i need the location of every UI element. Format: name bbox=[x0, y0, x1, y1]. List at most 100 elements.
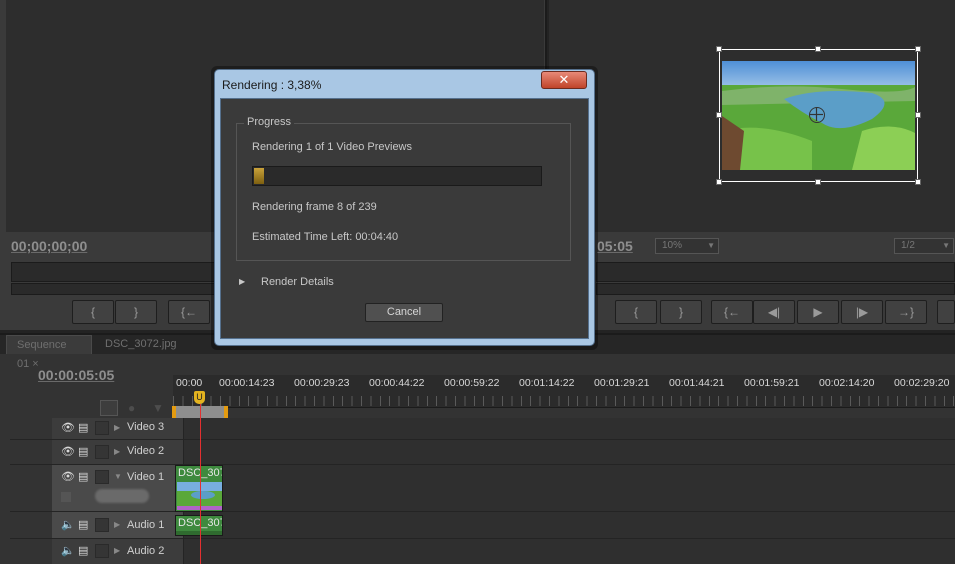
ruler-label: 00:01:59:21 bbox=[744, 377, 800, 389]
track-lane[interactable] bbox=[183, 440, 955, 464]
expand-triangle-icon[interactable]: ▼ bbox=[114, 472, 122, 481]
render-status-text: Rendering 1 of 1 Video Previews bbox=[252, 141, 413, 153]
ruler-label: 00:01:29:21 bbox=[594, 377, 650, 389]
mark-out-button[interactable]: } bbox=[115, 300, 157, 324]
keyframe-display-icon[interactable] bbox=[61, 492, 71, 502]
lock-toggle[interactable] bbox=[95, 544, 109, 558]
eye-icon[interactable]: 👁 bbox=[61, 421, 75, 434]
expand-triangle-icon[interactable]: ▶ bbox=[114, 546, 120, 555]
filmstrip-icon[interactable]: ▤ bbox=[78, 470, 88, 483]
go-to-in-button[interactable]: {← bbox=[168, 300, 210, 324]
program-time-ruler[interactable] bbox=[596, 262, 955, 282]
track-name: Audio 2 bbox=[127, 545, 165, 557]
playhead-line bbox=[200, 404, 201, 564]
track-name: Video 2 bbox=[127, 445, 165, 457]
zoom-level-select[interactable]: 10% ▼ bbox=[655, 238, 719, 254]
filmstrip-icon[interactable]: ▤ bbox=[78, 445, 88, 458]
ruler-label: 00:02:14:20 bbox=[819, 377, 875, 389]
ruler-ticks bbox=[173, 396, 955, 406]
frame-status-text: Rendering frame 8 of 239 bbox=[252, 201, 377, 213]
lock-toggle[interactable] bbox=[95, 421, 109, 435]
audio-clip[interactable]: DSC_307 bbox=[175, 515, 223, 536]
time-left-text: Estimated Time Left: 00:04:40 bbox=[252, 231, 399, 243]
ruler-label: 00:00:14:23 bbox=[219, 377, 275, 389]
disclosure-triangle-icon[interactable]: ▶ bbox=[239, 277, 245, 286]
expand-triangle-icon[interactable]: ▶ bbox=[114, 423, 120, 432]
marker-icon[interactable]: ● bbox=[128, 401, 135, 415]
eye-icon[interactable]: 👁 bbox=[61, 470, 75, 483]
lock-toggle[interactable] bbox=[95, 470, 109, 484]
transform-handle-e[interactable] bbox=[915, 112, 921, 118]
track-lane[interactable] bbox=[183, 465, 955, 511]
track-audio-1: 🔈 ▤ ▶ Audio 1 bbox=[10, 512, 955, 539]
transform-handle-sw[interactable] bbox=[716, 179, 722, 185]
transform-handle-ne[interactable] bbox=[915, 46, 921, 52]
filmstrip-icon[interactable]: ▤ bbox=[78, 421, 88, 434]
playhead-handle[interactable]: U bbox=[194, 391, 205, 404]
program-timecode[interactable]: 05:05 bbox=[597, 238, 633, 254]
ruler-label: 00:00 bbox=[176, 377, 203, 389]
cancel-button[interactable]: Cancel bbox=[365, 303, 443, 322]
speaker-icon[interactable]: 🔈 bbox=[61, 544, 75, 557]
video-clip[interactable]: DSC_307 bbox=[175, 465, 223, 512]
step-forward-button[interactable]: |▶ bbox=[841, 300, 883, 324]
ruler-label: 00:00:59:22 bbox=[444, 377, 500, 389]
transform-handle-n[interactable] bbox=[815, 46, 821, 52]
go-to-out-button[interactable]: →} bbox=[885, 300, 927, 324]
filmstrip-icon[interactable]: ▤ bbox=[78, 518, 88, 531]
lock-toggle[interactable] bbox=[95, 518, 109, 532]
transform-handle-w[interactable] bbox=[716, 112, 722, 118]
transform-handle-s[interactable] bbox=[815, 179, 821, 185]
resolution-select[interactable]: 1/2 ▼ bbox=[894, 238, 954, 254]
clip-label: DSC_307 bbox=[176, 516, 222, 531]
lock-toggle[interactable] bbox=[95, 445, 109, 459]
tab-dsc-3072[interactable]: DSC_3072.jpg bbox=[95, 335, 191, 354]
zoom-level-value: 10% bbox=[662, 240, 683, 251]
mark-in-button[interactable]: { bbox=[72, 300, 114, 324]
anchor-point-icon[interactable] bbox=[809, 107, 825, 123]
track-header: 🔈 ▤ ▶ Audio 2 bbox=[52, 539, 183, 564]
clip-label: DSC_307 bbox=[176, 466, 222, 481]
source-timecode[interactable]: 00;00;00;00 bbox=[11, 238, 87, 254]
track-audio-2: 🔈 ▤ ▶ Audio 2 bbox=[10, 539, 955, 564]
transform-handle-se[interactable] bbox=[915, 179, 921, 185]
program-scrub-bar[interactable] bbox=[596, 283, 955, 295]
ruler-label: 00:02:29:20 bbox=[894, 377, 950, 389]
filmstrip-icon[interactable]: ▤ bbox=[78, 544, 88, 557]
eye-icon[interactable]: 👁 bbox=[61, 445, 75, 458]
speaker-icon[interactable]: 🔈 bbox=[61, 518, 75, 531]
ruler-label: 00:01:44:21 bbox=[669, 377, 725, 389]
expand-triangle-icon[interactable]: ▶ bbox=[114, 520, 120, 529]
track-lane[interactable] bbox=[183, 539, 955, 564]
track-video-2: 👁 ▤ ▶ Video 2 bbox=[10, 440, 955, 465]
track-name: Video 1 bbox=[127, 471, 165, 483]
overflow-button[interactable] bbox=[937, 300, 955, 324]
close-button[interactable]: ✕ bbox=[541, 71, 587, 89]
ruler-label: 00:00:29:23 bbox=[294, 377, 350, 389]
track-header: 👁 ▤ ▶ Video 3 bbox=[52, 418, 183, 439]
sequence-timecode[interactable]: 00:00:05:05 bbox=[38, 367, 114, 383]
progress-group-label: Progress bbox=[244, 116, 295, 128]
track-lane[interactable] bbox=[183, 512, 955, 538]
render-details-toggle[interactable]: Render Details bbox=[261, 276, 334, 288]
track-header: 👁 ▤ ▼ Video 1 bbox=[52, 465, 183, 511]
expand-triangle-icon[interactable]: ▶ bbox=[114, 447, 120, 456]
ruler-label: 00:01:14:22 bbox=[519, 377, 575, 389]
track-video-3: 👁 ▤ ▶ Video 3 bbox=[10, 418, 955, 440]
program-mark-out-button[interactable]: } bbox=[660, 300, 702, 324]
play-button[interactable]: ▶ bbox=[797, 300, 839, 324]
transform-handle-nw[interactable] bbox=[716, 46, 722, 52]
program-go-to-in-button[interactable]: {← bbox=[711, 300, 753, 324]
track-header: 👁 ▤ ▶ Video 2 bbox=[52, 440, 183, 464]
program-mark-in-button[interactable]: { bbox=[615, 300, 657, 324]
track-lane[interactable] bbox=[183, 418, 955, 439]
step-back-button[interactable]: ◀| bbox=[753, 300, 795, 324]
track-video-1: 👁 ▤ ▼ Video 1 bbox=[10, 465, 955, 512]
track-options-control[interactable] bbox=[95, 489, 149, 503]
progress-bar bbox=[252, 166, 542, 186]
track-name: Audio 1 bbox=[127, 519, 165, 531]
snap-icon[interactable] bbox=[100, 400, 118, 416]
tab-sequence-01[interactable]: Sequence 01 × bbox=[6, 335, 92, 370]
track-header: 🔈 ▤ ▶ Audio 1 bbox=[52, 512, 183, 538]
keyframe-icon[interactable]: ▼ bbox=[152, 401, 164, 415]
